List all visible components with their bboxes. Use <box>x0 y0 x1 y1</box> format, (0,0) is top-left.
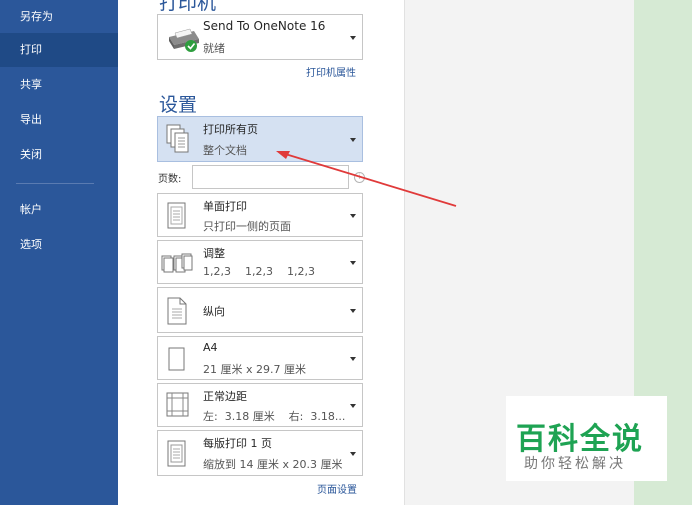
chevron-down-icon <box>350 309 356 313</box>
nav-item-export[interactable]: 导出 <box>0 103 118 137</box>
chevron-down-icon <box>350 36 356 40</box>
pages-label: 页数: <box>158 174 182 185</box>
margins-dropdown[interactable]: 正常边距 左: 3.18 厘米 右: 3.18... <box>157 383 363 427</box>
settings-section-title: 设置 <box>159 94 198 116</box>
chevron-down-icon <box>350 452 356 456</box>
chevron-down-icon <box>350 261 356 265</box>
watermark-title: 百科全说 <box>516 422 644 457</box>
printer-name: Send To OneNote 16 <box>203 19 326 33</box>
nav-item-print[interactable]: 打印 <box>0 33 118 67</box>
pages-per-sheet-icon <box>166 440 188 472</box>
sides-sub: 只打印一侧的页面 <box>203 220 291 233</box>
nav-item-share[interactable]: 共享 <box>0 68 118 102</box>
nav-item-save-as[interactable]: 另存为 <box>0 0 118 34</box>
pages-per-sheet-sub: 缩放到 14 厘米 x 20.3 厘米 <box>203 458 343 471</box>
paper-size-dropdown[interactable]: A4 21 厘米 x 29.7 厘米 <box>157 336 363 380</box>
printer-dropdown[interactable]: Send To OneNote 16 就绪 <box>157 14 363 60</box>
annotation-arrow-icon <box>276 151 457 207</box>
pages-per-sheet-main: 每版打印 1 页 <box>203 437 272 450</box>
portrait-icon <box>166 297 188 329</box>
one-sided-icon <box>166 202 188 234</box>
print-range-main: 打印所有页 <box>203 123 258 136</box>
pages-per-sheet-dropdown[interactable]: 每版打印 1 页 缩放到 14 厘米 x 20.3 厘米 <box>157 430 363 476</box>
paper-size-sub: 21 厘米 x 29.7 厘米 <box>203 363 306 376</box>
collate-sub: 1,2,3 1,2,3 1,2,3 <box>203 265 315 278</box>
nav-item-options[interactable]: 选项 <box>0 228 118 262</box>
margins-icon <box>166 392 190 422</box>
all-pages-icon <box>166 124 190 158</box>
printer-properties-link[interactable]: 打印机属性 <box>306 64 356 79</box>
margins-sub: 左: 3.18 厘米 右: 3.18... <box>203 410 346 423</box>
backstage-nav: 另存为 打印 共享 导出 关闭 帐户 选项 <box>0 0 118 505</box>
printer-ready-icon <box>166 23 200 57</box>
nav-item-account[interactable]: 帐户 <box>0 193 118 227</box>
printer-section-title: 打印机 <box>159 0 217 14</box>
chevron-down-icon <box>350 357 356 361</box>
page-setup-link[interactable]: 页面设置 <box>317 481 357 496</box>
collated-icon <box>161 253 193 279</box>
watermark-logo: 百科全说 助你轻松解决 <box>506 396 667 481</box>
print-range-sub: 整个文档 <box>203 144 247 157</box>
collate-main: 调整 <box>203 247 225 260</box>
chevron-down-icon <box>350 214 356 218</box>
sides-main: 单面打印 <box>203 200 247 213</box>
chevron-down-icon <box>350 404 356 408</box>
watermark-subtitle: 助你轻松解决 <box>524 456 626 472</box>
printer-status: 就绪 <box>203 42 225 55</box>
paper-size-main: A4 <box>203 341 218 354</box>
paper-size-icon <box>166 347 188 377</box>
chevron-down-icon <box>350 138 356 142</box>
collate-dropdown[interactable]: 调整 1,2,3 1,2,3 1,2,3 <box>157 240 363 284</box>
orientation-main: 纵向 <box>203 305 225 318</box>
nav-divider <box>16 183 94 184</box>
orientation-dropdown[interactable]: 纵向 <box>157 287 363 333</box>
nav-item-close[interactable]: 关闭 <box>0 138 118 172</box>
margins-main: 正常边距 <box>203 390 247 403</box>
